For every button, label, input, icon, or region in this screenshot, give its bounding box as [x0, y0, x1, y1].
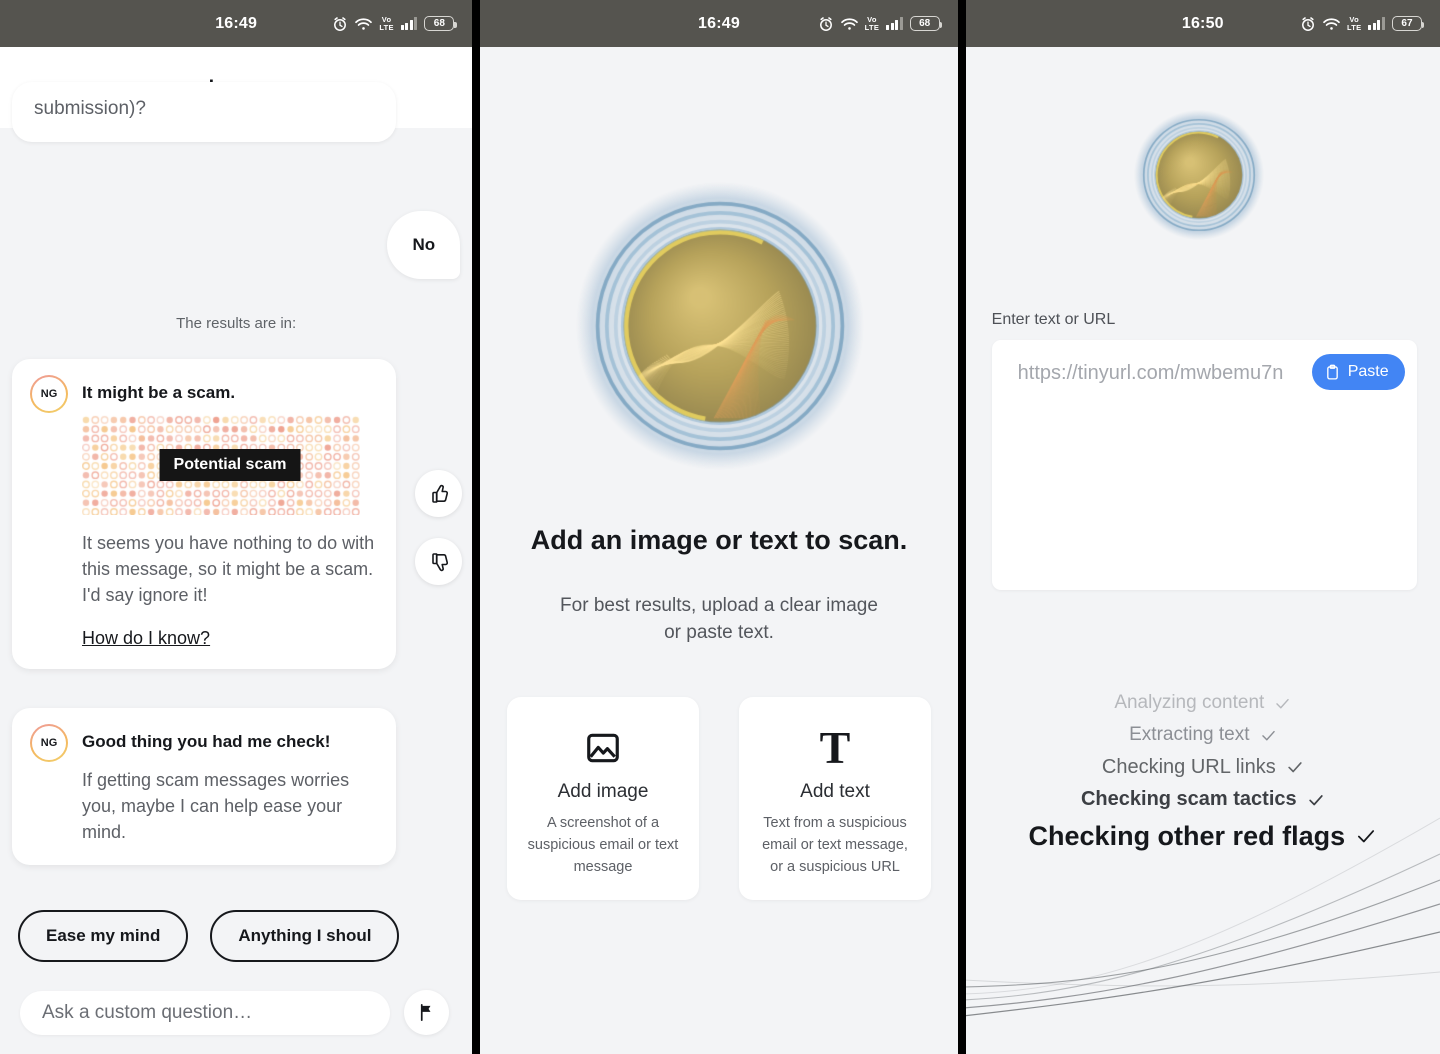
scam-detector-orb — [1133, 110, 1264, 240]
battery-icon: 68 — [424, 16, 457, 31]
signal-icon — [1368, 17, 1385, 30]
option-add-text[interactable]: T Add text Text from a suspicious email … — [739, 697, 931, 901]
step-label: Extracting text — [1129, 724, 1250, 745]
status-time: 16:49 — [215, 14, 258, 32]
status-icons: Vo LTE 68 — [818, 0, 943, 47]
panel-chat-results: 16:49 VoLTE 68 Image submission)? No The… — [0, 0, 473, 1054]
volte-icon: Vo LTE — [1346, 15, 1362, 32]
option-add-image[interactable]: Add image A screenshot of a suspicious e… — [507, 697, 699, 901]
panel-divider-1 — [472, 0, 481, 1054]
paste-button[interactable]: Paste — [1311, 354, 1405, 390]
url-scan-body: Enter text or URL https://tinyurl.com/mw… — [965, 47, 1440, 1054]
thumbs-down-icon — [432, 552, 448, 571]
battery-icon: 68 — [909, 16, 943, 31]
scam-preview-image: Potential scam — [82, 415, 378, 516]
alarm-icon — [819, 16, 832, 31]
scam-detector-orb — [576, 182, 865, 470]
battery-level: 68 — [433, 18, 445, 29]
panel-add-input: 16:49 Vo LTE 68 Add an image or text to s… — [480, 0, 958, 1054]
decorative-curves — [965, 817, 1440, 1017]
battery-icon: 67 — [1391, 16, 1425, 31]
message-bubble-outgoing: No — [387, 211, 461, 279]
url-placeholder: https://tinyurl.com/mwbemu7n — [1017, 362, 1284, 384]
card-title: It might be a scam. — [82, 383, 236, 402]
wifi-icon — [1323, 17, 1340, 30]
card-header-row: NG Good thing you had me check! If getti… — [30, 724, 378, 845]
panel-url-scan: 16:50 Vo LTE 67 Enter text or URL https:/… — [965, 0, 1440, 1054]
status-bar-panel1: 16:49 Vo LTE 68 — [0, 0, 473, 47]
card-header-row: NG It might be a scam. Potential scam It… — [30, 375, 378, 649]
results-label: The results are in: — [176, 315, 297, 332]
paste-label: Paste — [1347, 363, 1389, 380]
status-bar-panel3: 16:50 Vo LTE 67 — [965, 0, 1440, 47]
hero-title: Add an image or text to scan. — [530, 525, 908, 555]
composer-row: Ask a custom question… — [20, 990, 449, 1035]
card-body: It seems you have nothing to do with thi… — [82, 533, 375, 605]
text-icon: T — [819, 722, 851, 773]
flag-icon — [420, 1004, 431, 1021]
report-button[interactable] — [404, 990, 449, 1035]
message-bubble-incoming-partial: submission)? — [12, 82, 396, 142]
hero-subtitle: For best results, upload a clear image o… — [560, 595, 878, 643]
card-body: If getting scam messages worries you, ma… — [82, 770, 350, 842]
status-icons: Vo LTE 68 — [332, 0, 457, 47]
status-time: 16:50 — [1181, 14, 1224, 32]
how-do-i-know-link[interactable]: How do I know? — [82, 628, 210, 649]
status-time: 16:49 — [698, 14, 740, 32]
check-icon — [1276, 698, 1290, 708]
status-bar-panel2: 16:49 Vo LTE 68 — [480, 0, 958, 47]
progress-step: Checking URL links — [966, 751, 1440, 783]
chip-anything-i-should[interactable]: Anything I shoul — [210, 910, 400, 962]
alarm-icon — [334, 16, 347, 31]
avatar: NG — [30, 724, 68, 762]
volte-icon: Vo LTE — [379, 15, 394, 32]
battery-level: 67 — [1401, 18, 1413, 29]
input-options: Add image A screenshot of a suspicious e… — [480, 697, 957, 901]
signal-icon — [400, 17, 418, 30]
option-name: Add text — [800, 781, 870, 802]
url-textarea[interactable]: https://tinyurl.com/mwbemu7n Paste — [991, 340, 1417, 590]
volte-icon: Vo LTE — [864, 15, 880, 32]
thumbs-up-icon — [432, 484, 448, 503]
result-card-followup[interactable]: NG Good thing you had me check! If getti… — [12, 708, 396, 866]
card-title: Good thing you had me check! — [82, 732, 331, 751]
progress-step: Analyzing content — [966, 687, 1440, 719]
message-text: submission)? — [34, 98, 146, 119]
status-badge: Potential scam — [159, 449, 301, 482]
alarm-icon — [1302, 16, 1314, 31]
check-icon — [1261, 730, 1275, 740]
avatar: NG — [30, 375, 68, 413]
chat-scroll-area[interactable]: submission)? No The results are in: NG I… — [0, 82, 473, 1054]
suggestion-chips: Ease my mind Anything I shoul — [18, 910, 400, 962]
option-description: A screenshot of a suspicious email or te… — [527, 815, 679, 875]
field-label: Enter text or URL — [991, 311, 1116, 328]
image-icon — [523, 725, 683, 771]
chip-ease-my-mind[interactable]: Ease my mind — [18, 910, 189, 962]
step-label: Analyzing content — [1114, 692, 1265, 713]
option-name: Add image — [557, 781, 649, 802]
battery-level: 68 — [919, 18, 931, 29]
check-icon — [1288, 762, 1302, 773]
progress-step: Extracting text — [966, 719, 1440, 751]
result-card-scam[interactable]: NG It might be a scam. Potential scam It… — [12, 359, 396, 670]
option-description: Text from a suspicious email or text mes… — [762, 815, 908, 875]
wifi-icon — [355, 17, 373, 30]
signal-icon — [886, 17, 903, 30]
thumbs-up-button[interactable] — [415, 470, 463, 517]
three-panel-screenshot: 16:49 VoLTE 68 Image submission)? No The… — [0, 0, 1440, 1054]
add-input-body: Add an image or text to scan. For best r… — [480, 47, 958, 1054]
panel-divider-2 — [957, 0, 966, 1054]
custom-question-input[interactable]: Ask a custom question… — [20, 990, 390, 1035]
clipboard-icon — [1326, 364, 1338, 380]
step-label: Checking URL links — [1101, 755, 1276, 778]
wifi-icon — [840, 17, 858, 30]
status-icons: Vo LTE 67 — [1300, 0, 1425, 47]
thumbs-down-button[interactable] — [415, 538, 463, 585]
